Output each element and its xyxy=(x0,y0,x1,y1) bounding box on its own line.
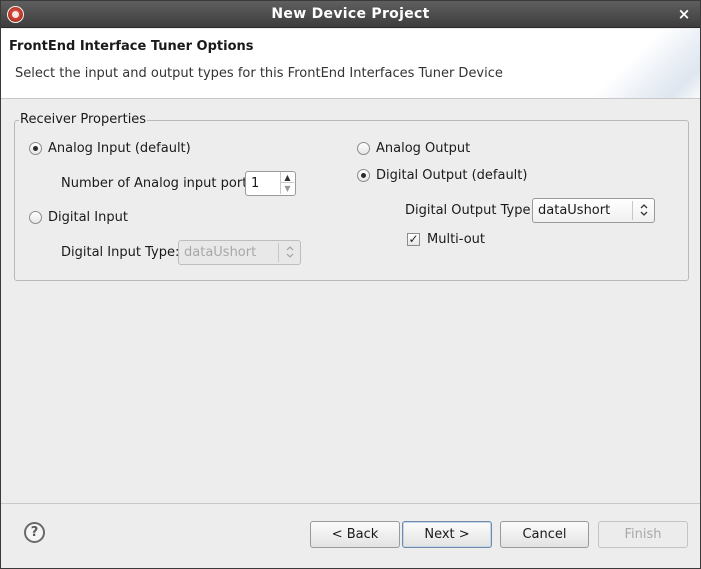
banner-decoration xyxy=(566,29,700,98)
spin-down-icon[interactable]: ▼ xyxy=(280,183,294,194)
footer-divider xyxy=(1,503,700,504)
digital-output-type-label: Digital Output Type: xyxy=(405,203,535,218)
cancel-button[interactable]: Cancel xyxy=(500,521,589,548)
digital-input-type-value: dataUshort xyxy=(184,245,257,260)
combo-arrows-icon xyxy=(278,243,300,262)
multi-out-label[interactable]: Multi-out xyxy=(427,232,485,247)
finish-button: Finish xyxy=(598,521,688,548)
next-button[interactable]: Next > xyxy=(402,521,492,548)
analog-ports-label: Number of Analog input ports: xyxy=(61,176,259,191)
analog-output-radio[interactable] xyxy=(357,142,370,155)
help-icon[interactable]: ? xyxy=(24,522,45,543)
digital-input-type-combo: dataUshort xyxy=(178,240,301,265)
analog-input-radio[interactable] xyxy=(29,142,42,155)
digital-input-type-label: Digital Input Type: xyxy=(61,245,180,260)
title-bar[interactable]: New Device Project × xyxy=(1,1,700,28)
wizard-banner: FrontEnd Interface Tuner Options Select … xyxy=(1,29,700,99)
combo-arrows-icon[interactable] xyxy=(632,201,654,220)
analog-ports-spinner[interactable]: 1 ▲ ▼ xyxy=(245,171,296,196)
digital-output-type-value[interactable]: dataUshort xyxy=(538,203,610,218)
multi-out-checkbox[interactable]: ✓ xyxy=(407,233,420,246)
close-icon[interactable]: × xyxy=(676,5,692,23)
chevron-updown-icon xyxy=(286,246,293,258)
analog-ports-value[interactable]: 1 xyxy=(251,176,259,191)
digital-input-radio[interactable] xyxy=(29,211,42,224)
analog-input-label[interactable]: Analog Input (default) xyxy=(48,141,191,156)
page-title: FrontEnd Interface Tuner Options xyxy=(9,39,254,54)
wizard-window: New Device Project × FrontEnd Interface … xyxy=(0,0,701,569)
digital-output-radio[interactable] xyxy=(357,169,370,182)
analog-output-label[interactable]: Analog Output xyxy=(376,141,470,156)
group-legend: Receiver Properties xyxy=(19,112,148,127)
back-button[interactable]: < Back xyxy=(310,521,400,548)
digital-output-type-combo[interactable]: dataUshort xyxy=(532,198,655,223)
digital-output-label[interactable]: Digital Output (default) xyxy=(376,168,527,183)
digital-input-label[interactable]: Digital Input xyxy=(48,210,128,225)
chevron-updown-icon xyxy=(640,204,647,216)
page-description: Select the input and output types for th… xyxy=(15,66,503,81)
spin-up-icon[interactable]: ▲ xyxy=(280,172,294,183)
window-title: New Device Project xyxy=(271,6,430,22)
